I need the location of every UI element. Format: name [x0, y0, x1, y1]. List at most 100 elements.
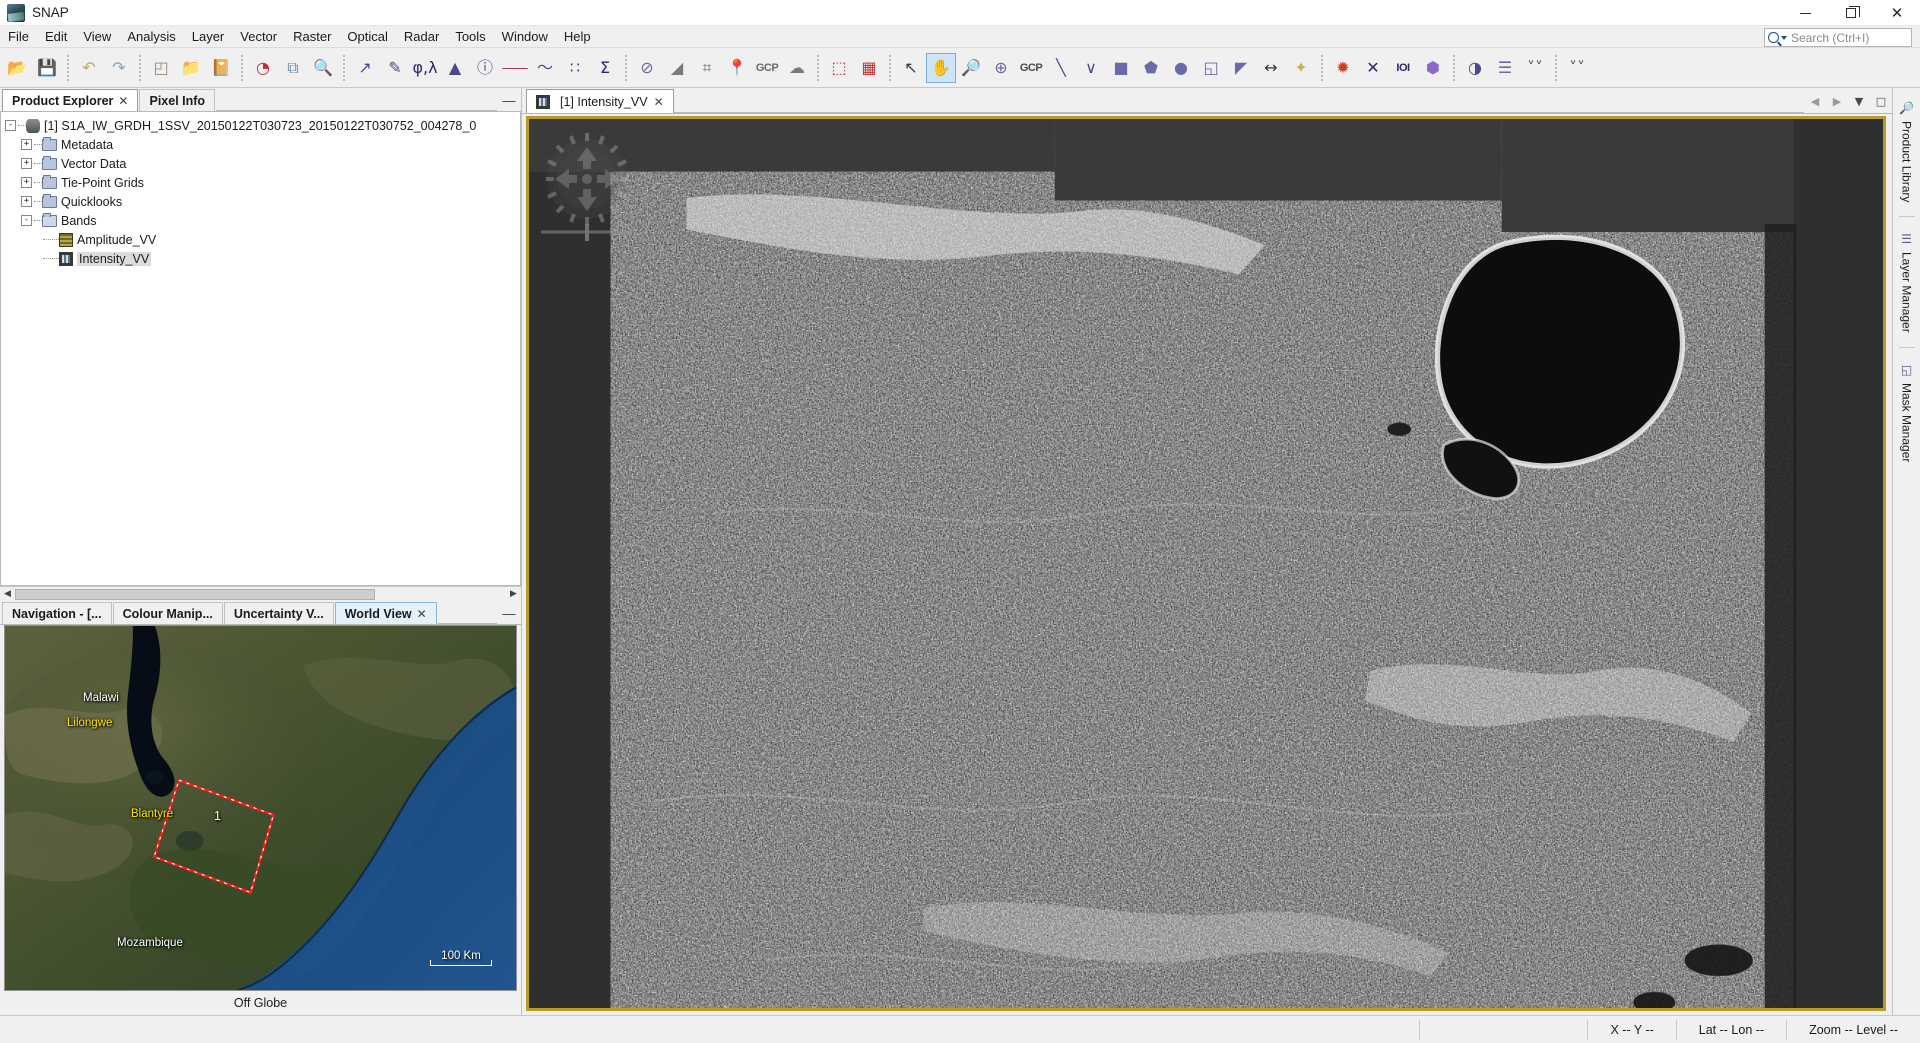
menu-analysis[interactable]: Analysis — [119, 27, 183, 47]
overflow-button[interactable]: ˅˅ — [1562, 53, 1592, 83]
statistics-button[interactable]: Σ — [590, 53, 620, 83]
rgb-image-button[interactable]: ◔ — [248, 53, 278, 83]
close-icon[interactable]: ✕ — [417, 607, 427, 621]
line-tool-button[interactable]: ╲ — [1046, 53, 1076, 83]
spectrum-view-button[interactable]: ⸺ — [500, 53, 530, 83]
selection-tool-button[interactable]: ↖ — [896, 53, 926, 83]
sar-image-canvas[interactable] — [526, 116, 1886, 1011]
collapse-toggle-icon[interactable]: - — [5, 120, 16, 131]
zoom-tool-button[interactable]: 🔎 — [956, 53, 986, 83]
menu-tools[interactable]: Tools — [447, 27, 493, 47]
rail-tab-product-library[interactable]: 🔎 Product Library — [1896, 92, 1917, 210]
tab-list-button[interactable]: ▼ — [1848, 89, 1870, 113]
profile-plot-button[interactable]: ↗ — [350, 53, 380, 83]
search-input[interactable]: Search (Ctrl+I) — [1791, 31, 1869, 45]
batch-processing-button[interactable]: ▦ — [854, 53, 884, 83]
menu-file[interactable]: File — [0, 27, 37, 47]
add-product-button[interactable]: 📁 — [176, 53, 206, 83]
tree-node[interactable]: - [1] S1A_IW_GRDH_1SSV_20150122T030723_20… — [5, 116, 520, 135]
mask-overlay-button[interactable]: ☁ — [782, 53, 812, 83]
undo-button[interactable]: ↶ — [74, 53, 104, 83]
collapse-toggle-icon[interactable]: - — [21, 215, 32, 226]
ellipse-tool-button[interactable]: ● — [1166, 53, 1196, 83]
menu-help[interactable]: Help — [556, 27, 599, 47]
expand-toggle-icon[interactable]: + — [21, 139, 32, 150]
tree-node[interactable]: + Metadata — [5, 135, 520, 154]
maximize-editor-button[interactable]: □ — [1870, 89, 1892, 113]
tree-node[interactable]: + Tie-Point Grids — [5, 173, 520, 192]
chevron-left-icon[interactable]: ◀ — [0, 586, 15, 602]
rectangle-tool-button[interactable]: ■ — [1106, 53, 1136, 83]
gcp-tool-button[interactable]: GCP — [1016, 53, 1046, 83]
menu-optical[interactable]: Optical — [339, 27, 395, 47]
information-button[interactable]: ⓘ — [470, 53, 500, 83]
menu-raster[interactable]: Raster — [285, 27, 339, 47]
world-view-map[interactable]: Malawi Mozambique Lilongwe Blantyre 1 100 Km — [4, 625, 517, 991]
close-icon[interactable]: ✕ — [654, 95, 664, 109]
expand-toggle-icon[interactable]: + — [21, 177, 32, 188]
pin-tool-button[interactable]: ⊕ — [986, 53, 1016, 83]
scatter-xy-button[interactable]: ✕ — [1358, 53, 1388, 83]
open-product-button[interactable]: 📂 — [2, 53, 32, 83]
spectrum-button[interactable]: ✎ — [380, 53, 410, 83]
chevron-down-icon[interactable] — [1781, 35, 1787, 40]
colour-manip-button[interactable]: ✹ — [1328, 53, 1358, 83]
range-finder-button[interactable]: ↔ — [1256, 53, 1286, 83]
product-explorer-hscrollbar[interactable]: ◀ ▶ — [0, 586, 521, 602]
expand-toggle-icon[interactable]: + — [21, 196, 32, 207]
window-minimize-button[interactable] — [1782, 0, 1828, 26]
product-explorer-panel[interactable]: - [1] S1A_IW_GRDH_1SSV_20150122T030723_20… — [0, 112, 521, 586]
tab-colour-manipulation[interactable]: Colour Manip... — [112, 602, 223, 624]
window-maximize-button[interactable] — [1828, 0, 1874, 26]
minimize-panel-button[interactable]: — — [497, 89, 521, 111]
tree-node[interactable]: Intensity_VV — [5, 249, 520, 268]
expand-toggle-icon[interactable]: + — [21, 158, 32, 169]
no-data-overlay-button[interactable]: ⊘ — [632, 53, 662, 83]
tab-world-view[interactable]: World View ✕ — [334, 602, 437, 624]
tab-intensity-vv[interactable]: [1] Intensity_VV ✕ — [526, 89, 674, 113]
redo-button[interactable]: ↷ — [104, 53, 134, 83]
pin-overlay-button[interactable]: 📍 — [722, 53, 752, 83]
histogram-button[interactable]: ▲ — [440, 53, 470, 83]
close-icon[interactable]: ✕ — [118, 94, 128, 108]
menu-view[interactable]: View — [75, 27, 119, 47]
graticule-overlay-button[interactable]: ⌗ — [692, 53, 722, 83]
hscroll-thumb[interactable] — [15, 588, 375, 600]
binary-data-button[interactable]: IOI — [1388, 53, 1418, 83]
tab-uncertainty-vis[interactable]: Uncertainty V... — [223, 602, 334, 624]
profile-view-button[interactable]: 〜 — [530, 53, 560, 83]
more-tools-button[interactable]: ˅˅ — [1520, 53, 1550, 83]
tile-windows-button[interactable]: ⧉ — [278, 53, 308, 83]
menu-window[interactable]: Window — [494, 27, 556, 47]
minimize-panel-button[interactable]: — — [497, 602, 521, 624]
chevron-right-icon[interactable]: ▶ — [506, 586, 521, 602]
scatter-plot-button[interactable]: ∷ — [560, 53, 590, 83]
magic-stick-button[interactable]: ◤ — [1226, 53, 1256, 83]
rail-tab-layer-manager[interactable]: ☰ Layer Manager — [1896, 223, 1917, 341]
layer-manager-button[interactable]: ☰ — [1490, 53, 1520, 83]
tree-node[interactable]: - Bands — [5, 211, 520, 230]
molecule-button[interactable]: ⬢ — [1418, 53, 1448, 83]
tree-node[interactable]: Amplitude_VV — [5, 230, 520, 249]
magic-wand-shape-button[interactable]: ◱ — [1196, 53, 1226, 83]
graph-builder-button[interactable]: ⬚ — [824, 53, 854, 83]
window-close-button[interactable]: ✕ — [1874, 0, 1920, 26]
pan-compass-control[interactable] — [541, 127, 633, 245]
product-tree[interactable]: - [1] S1A_IW_GRDH_1SSV_20150122T030723_20… — [1, 112, 520, 268]
contrast-button[interactable]: ◑ — [1460, 53, 1490, 83]
zoom-all-button[interactable]: 🔍 — [308, 53, 338, 83]
open-subset-button[interactable]: ◰ — [146, 53, 176, 83]
scroll-tabs-right-button[interactable]: ▶ — [1826, 89, 1848, 113]
scroll-tabs-left-button[interactable]: ◀ — [1804, 89, 1826, 113]
tab-pixel-info[interactable]: Pixel Info — [139, 89, 216, 111]
pan-tool-button[interactable]: ✋ — [926, 52, 956, 83]
tab-navigation[interactable]: Navigation - [... — [2, 602, 112, 624]
search-box[interactable]: Search (Ctrl+I) — [1764, 28, 1912, 47]
polyline-tool-button[interactable]: ∨ — [1076, 53, 1106, 83]
gcp-overlay-button[interactable]: GCP — [752, 53, 782, 83]
close-product-button[interactable]: 📔 — [206, 53, 236, 83]
menu-radar[interactable]: Radar — [396, 27, 447, 47]
tree-node[interactable]: + Quicklooks — [5, 192, 520, 211]
menu-vector[interactable]: Vector — [232, 27, 285, 47]
polygon-tool-button[interactable]: ⬟ — [1136, 53, 1166, 83]
